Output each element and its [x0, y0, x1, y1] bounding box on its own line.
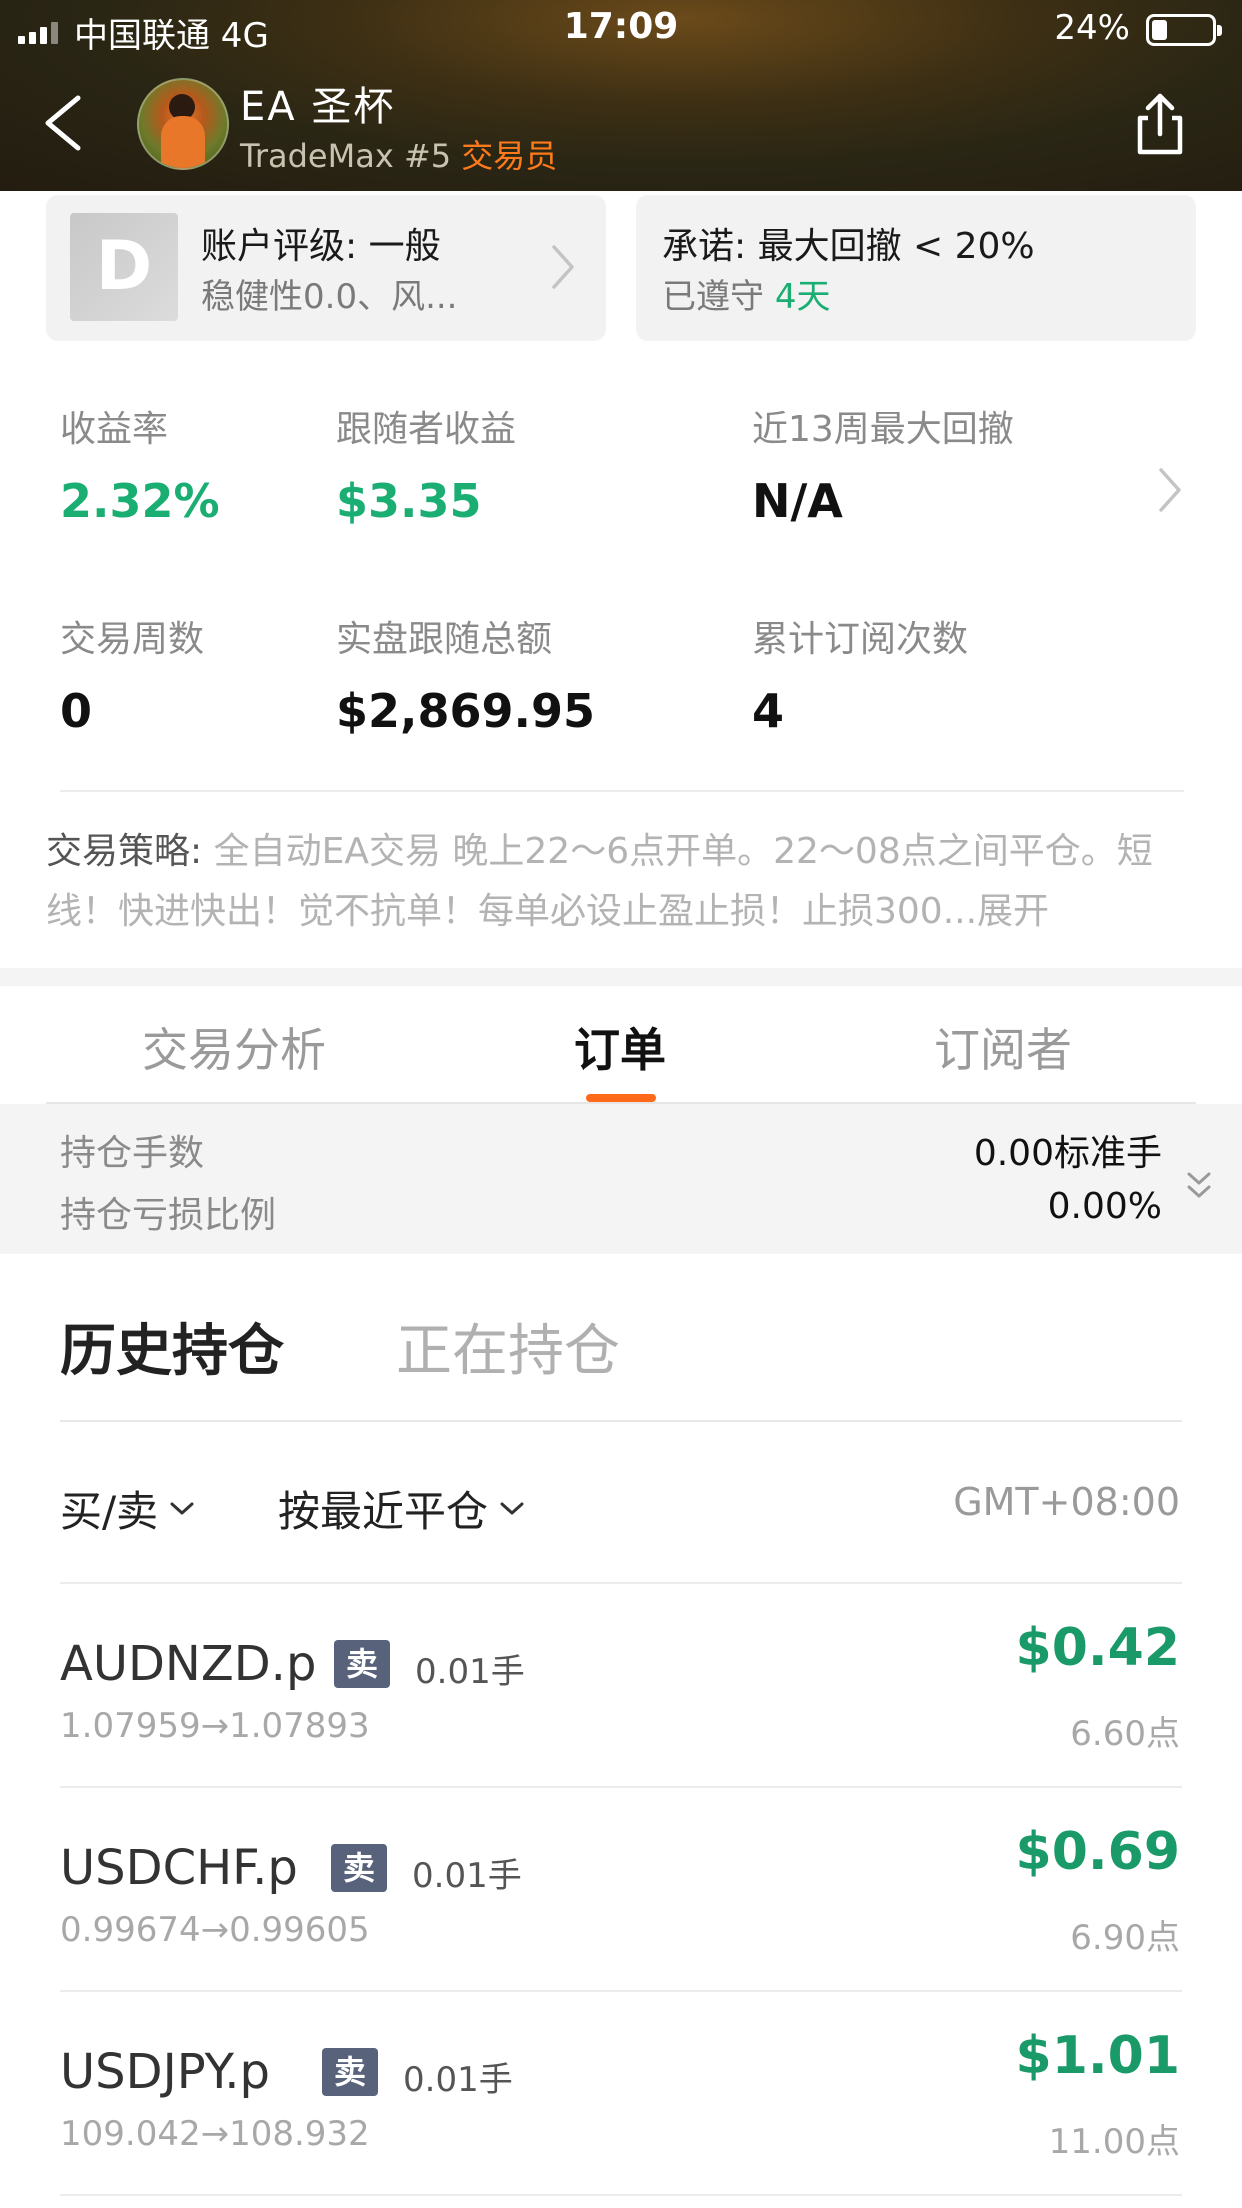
tab-trade-analysis[interactable]: 交易分析	[142, 1014, 326, 1080]
tab-subscribers[interactable]: 订阅者	[934, 1014, 1072, 1080]
order-points: 6.60点	[1070, 1714, 1180, 1754]
trader-name: EA 圣杯	[240, 84, 396, 130]
battery-icon	[1146, 14, 1222, 46]
order-price: 1.07959→1.07893	[60, 1706, 370, 1746]
rating-subtitle: 稳健性0.0、风...	[201, 277, 458, 317]
trader-subtitle: TradeMax #5 交易员	[240, 131, 557, 177]
sort-filter-dropdown[interactable]: 按最近平仓	[278, 1478, 526, 1539]
rating-grade-badge: D	[70, 213, 178, 321]
order-row[interactable]: USDCHF.p 卖 0.01手 0.99674→0.99605 $0.69 6…	[0, 1788, 1242, 1992]
order-lots: 0.01手	[412, 1856, 522, 1896]
subtab-history-positions[interactable]: 历史持仓	[60, 1306, 284, 1387]
back-button[interactable]	[36, 88, 96, 158]
trader-role: 交易员	[461, 137, 558, 175]
chevron-down-icon	[170, 1502, 194, 1514]
order-price: 109.042→108.932	[60, 2114, 370, 2154]
subs-value: 4	[752, 684, 785, 738]
weeks-value: 0	[60, 684, 93, 738]
promise-sub-prefix: 已遵守	[662, 277, 775, 317]
subtab-divider	[60, 1420, 1182, 1422]
follower-profit-label: 跟随者收益	[336, 409, 517, 450]
chevron-down-icon	[500, 1502, 524, 1514]
order-side-badge: 卖	[331, 1844, 388, 1892]
order-symbol: USDJPY.p	[60, 2044, 270, 2100]
order-lots: 0.01手	[415, 1652, 525, 1692]
order-profit: $1.01	[1015, 2026, 1180, 2086]
position-summary[interactable]: 持仓手数 0.00标准手 持仓亏损比例 0.00%	[0, 1104, 1242, 1254]
rating-title: 账户评级: 一般	[201, 226, 441, 267]
follower-profit-value: $3.35	[336, 474, 482, 528]
order-row[interactable]: AUDNZD.p 卖 0.01手 1.07959→1.07893 $0.42 6…	[0, 1584, 1242, 1788]
promise-subtitle: 已遵守 4天	[662, 269, 830, 318]
trading-strategy: 交易策略: 全自动EA交易 晚上22～6点开单。22～08点之间平仓。短线！快进…	[46, 822, 1196, 942]
side-filter-label: 买/卖	[60, 1487, 159, 1536]
account-rating-card[interactable]: D 账户评级: 一般 稳健性0.0、风...	[46, 195, 606, 341]
lots-value: 0.00标准手	[973, 1133, 1162, 1174]
trader-id: TradeMax #5	[240, 137, 462, 175]
share-button[interactable]	[1130, 88, 1190, 158]
order-lots: 0.01手	[403, 2060, 513, 2100]
order-price: 0.99674→0.99605	[60, 1910, 370, 1950]
section-gap	[0, 968, 1242, 986]
order-side-badge: 卖	[322, 2048, 379, 2096]
sort-filter-label: 按最近平仓	[278, 1487, 489, 1536]
loss-ratio-label: 持仓亏损比例	[60, 1195, 277, 1236]
lots-label: 持仓手数	[60, 1133, 205, 1174]
max-drawdown-value: N/A	[752, 474, 843, 528]
order-symbol: USDCHF.p	[60, 1840, 298, 1896]
expand-link[interactable]: 展开	[977, 891, 1049, 932]
side-filter-dropdown[interactable]: 买/卖	[60, 1478, 196, 1539]
active-tab-indicator	[586, 1094, 656, 1102]
follow-total-label: 实盘跟随总额	[336, 619, 553, 660]
stats-chevron-right-icon[interactable]	[1155, 462, 1185, 518]
tab-orders[interactable]: 订单	[574, 1014, 666, 1080]
promise-card[interactable]: 承诺: 最大回撤 < 20% 已遵守 4天	[636, 195, 1196, 341]
subs-label: 累计订阅次数	[752, 619, 969, 660]
order-points: 6.90点	[1070, 1918, 1180, 1958]
order-points: 11.00点	[1048, 2122, 1180, 2162]
status-bar: 中国联通 4G 17:09 24%	[0, 0, 1242, 62]
promise-title: 承诺: 最大回撤 < 20%	[662, 226, 1035, 267]
subtab-open-positions[interactable]: 正在持仓	[396, 1306, 620, 1387]
return-label: 收益率	[60, 409, 169, 450]
order-row[interactable]: USDJPY.p 卖 0.01手 109.042→108.932 $1.01 1…	[0, 1992, 1242, 2196]
header: 中国联通 4G 17:09 24% EA 圣杯 TradeMax #5 交易员	[0, 0, 1242, 191]
battery-percent: 24%	[1054, 8, 1130, 48]
chevron-left-icon	[45, 95, 81, 151]
order-side-badge: 卖	[334, 1640, 391, 1688]
order-profit: $0.69	[1015, 1822, 1180, 1882]
timezone-label: GMT+08:00	[953, 1480, 1180, 1524]
return-value: 2.32%	[60, 474, 220, 528]
order-profit: $0.42	[1015, 1618, 1180, 1678]
row-divider	[60, 2194, 1182, 2196]
chevron-right-icon	[552, 245, 574, 289]
order-symbol: AUDNZD.p	[60, 1636, 317, 1692]
avatar[interactable]	[137, 78, 229, 170]
main-tabs: 交易分析 订单 订阅者	[0, 986, 1242, 1104]
strategy-label: 交易策略:	[46, 831, 214, 872]
promise-days: 4天	[774, 277, 831, 317]
double-chevron-down-icon[interactable]	[1184, 1168, 1214, 1204]
max-drawdown-label: 近13周最大回撤	[752, 409, 1014, 450]
stats-divider	[60, 790, 1184, 792]
share-icon	[1137, 93, 1183, 155]
follow-total-value: $2,869.95	[336, 684, 595, 738]
loss-ratio-value: 0.00%	[1047, 1186, 1162, 1227]
weeks-label: 交易周数	[60, 619, 205, 660]
